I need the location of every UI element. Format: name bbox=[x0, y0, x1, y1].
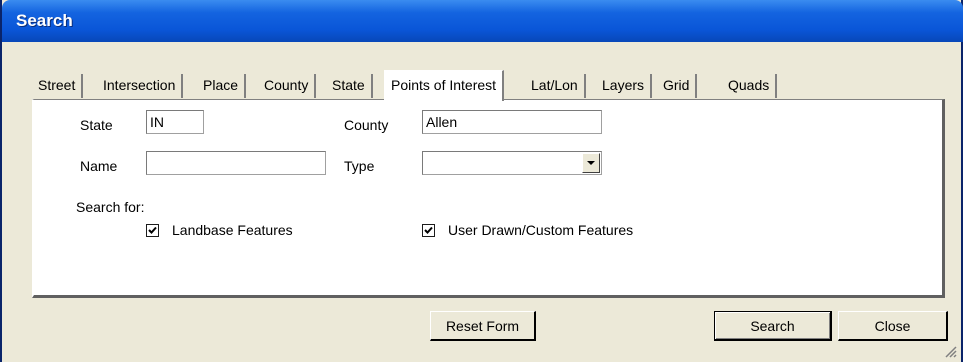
tab-grid[interactable]: Grid bbox=[657, 74, 698, 98]
search-for-label: Search for: bbox=[76, 199, 145, 215]
user-drawn-checkbox[interactable] bbox=[422, 224, 435, 237]
tab-intersection[interactable]: Intersection bbox=[97, 74, 184, 98]
county-field[interactable]: Allen bbox=[422, 110, 602, 134]
window-title: Search bbox=[16, 11, 73, 30]
tab-quads[interactable]: Quads bbox=[722, 74, 778, 98]
reset-form-button[interactable]: Reset Form bbox=[430, 311, 536, 341]
points-of-interest-panel: State IN County Allen Name Type Search f… bbox=[32, 99, 945, 298]
tab-county[interactable]: County bbox=[258, 74, 317, 98]
name-label: Name bbox=[80, 158, 118, 174]
resize-grip-icon[interactable] bbox=[943, 344, 957, 358]
checkmark-icon bbox=[148, 226, 157, 234]
search-dialog: Search Street Intersection Place County … bbox=[0, 0, 963, 362]
landbase-label: Landbase Features bbox=[172, 222, 293, 238]
user-drawn-label: User Drawn/Custom Features bbox=[448, 222, 634, 238]
tab-place[interactable]: Place bbox=[197, 74, 247, 98]
tab-state[interactable]: State bbox=[326, 74, 373, 98]
search-button[interactable]: Search bbox=[714, 311, 832, 341]
tab-strip: Street Intersection Place County State P… bbox=[32, 70, 945, 101]
state-field[interactable]: IN bbox=[146, 110, 204, 134]
checkmark-icon bbox=[424, 226, 433, 234]
close-button[interactable]: Close bbox=[838, 311, 948, 341]
landbase-checkbox[interactable] bbox=[146, 224, 159, 237]
tab-layers[interactable]: Layers bbox=[596, 74, 653, 98]
tab-street[interactable]: Street bbox=[32, 74, 84, 98]
tab-points-of-interest[interactable]: Points of Interest bbox=[384, 70, 505, 101]
type-select[interactable] bbox=[422, 151, 602, 175]
type-label: Type bbox=[344, 158, 375, 174]
county-label: County bbox=[344, 117, 389, 133]
state-label: State bbox=[80, 117, 113, 133]
tab-lat-lon[interactable]: Lat/Lon bbox=[525, 74, 586, 98]
title-bar[interactable]: Search bbox=[2, 0, 963, 42]
chevron-down-icon[interactable] bbox=[582, 153, 600, 173]
name-field[interactable] bbox=[146, 151, 326, 175]
